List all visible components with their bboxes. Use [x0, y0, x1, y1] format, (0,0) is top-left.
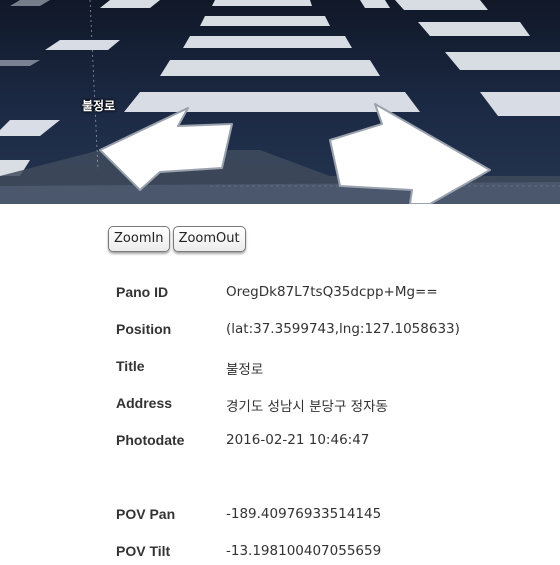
- info-row-pov-pan: POV Pan -189.40976933514145: [116, 506, 546, 528]
- info-value: (lat:37.3599743,lng:127.1058633): [226, 321, 460, 337]
- info-label: POV Pan: [116, 506, 176, 522]
- zoom-in-button[interactable]: ZoomIn: [108, 226, 170, 252]
- info-row-pov-tilt: POV Tilt -13.198100407055659: [116, 543, 546, 565]
- info-row-photodate: Photodate 2016-02-21 10:46:47: [116, 432, 546, 454]
- info-value: -189.40976933514145: [226, 506, 382, 522]
- road-name-label: 불정로: [82, 99, 116, 113]
- info-label: Title: [116, 358, 145, 374]
- info-label: Address: [116, 395, 173, 411]
- info-row-pano-id: Pano ID OregDk87L7tsQ35dcpp+Mg==: [116, 284, 546, 306]
- info-label: POV Tilt: [116, 543, 171, 559]
- info-value: -13.198100407055659: [226, 543, 382, 559]
- info-value: OregDk87L7tsQ35dcpp+Mg==: [226, 284, 438, 300]
- zoom-out-button[interactable]: ZoomOut: [172, 226, 246, 252]
- info-value: 2016-02-21 10:46:47: [226, 432, 370, 448]
- info-value: 불정로: [226, 362, 264, 378]
- info-value: 경기도 성남시 분당구 정자동: [226, 399, 388, 415]
- info-row-title: Title 불정로: [116, 358, 546, 380]
- info-row-position: Position (lat:37.3599743,lng:127.1058633…: [116, 321, 546, 343]
- info-label: Pano ID: [116, 284, 169, 300]
- info-label: Photodate: [116, 432, 185, 448]
- street-view-panorama[interactable]: 불정로: [0, 0, 560, 204]
- info-row-address: Address 경기도 성남시 분당구 정자동: [116, 395, 546, 417]
- zoom-controls: ZoomIn ZoomOut: [108, 226, 246, 252]
- info-label: Position: [116, 321, 172, 337]
